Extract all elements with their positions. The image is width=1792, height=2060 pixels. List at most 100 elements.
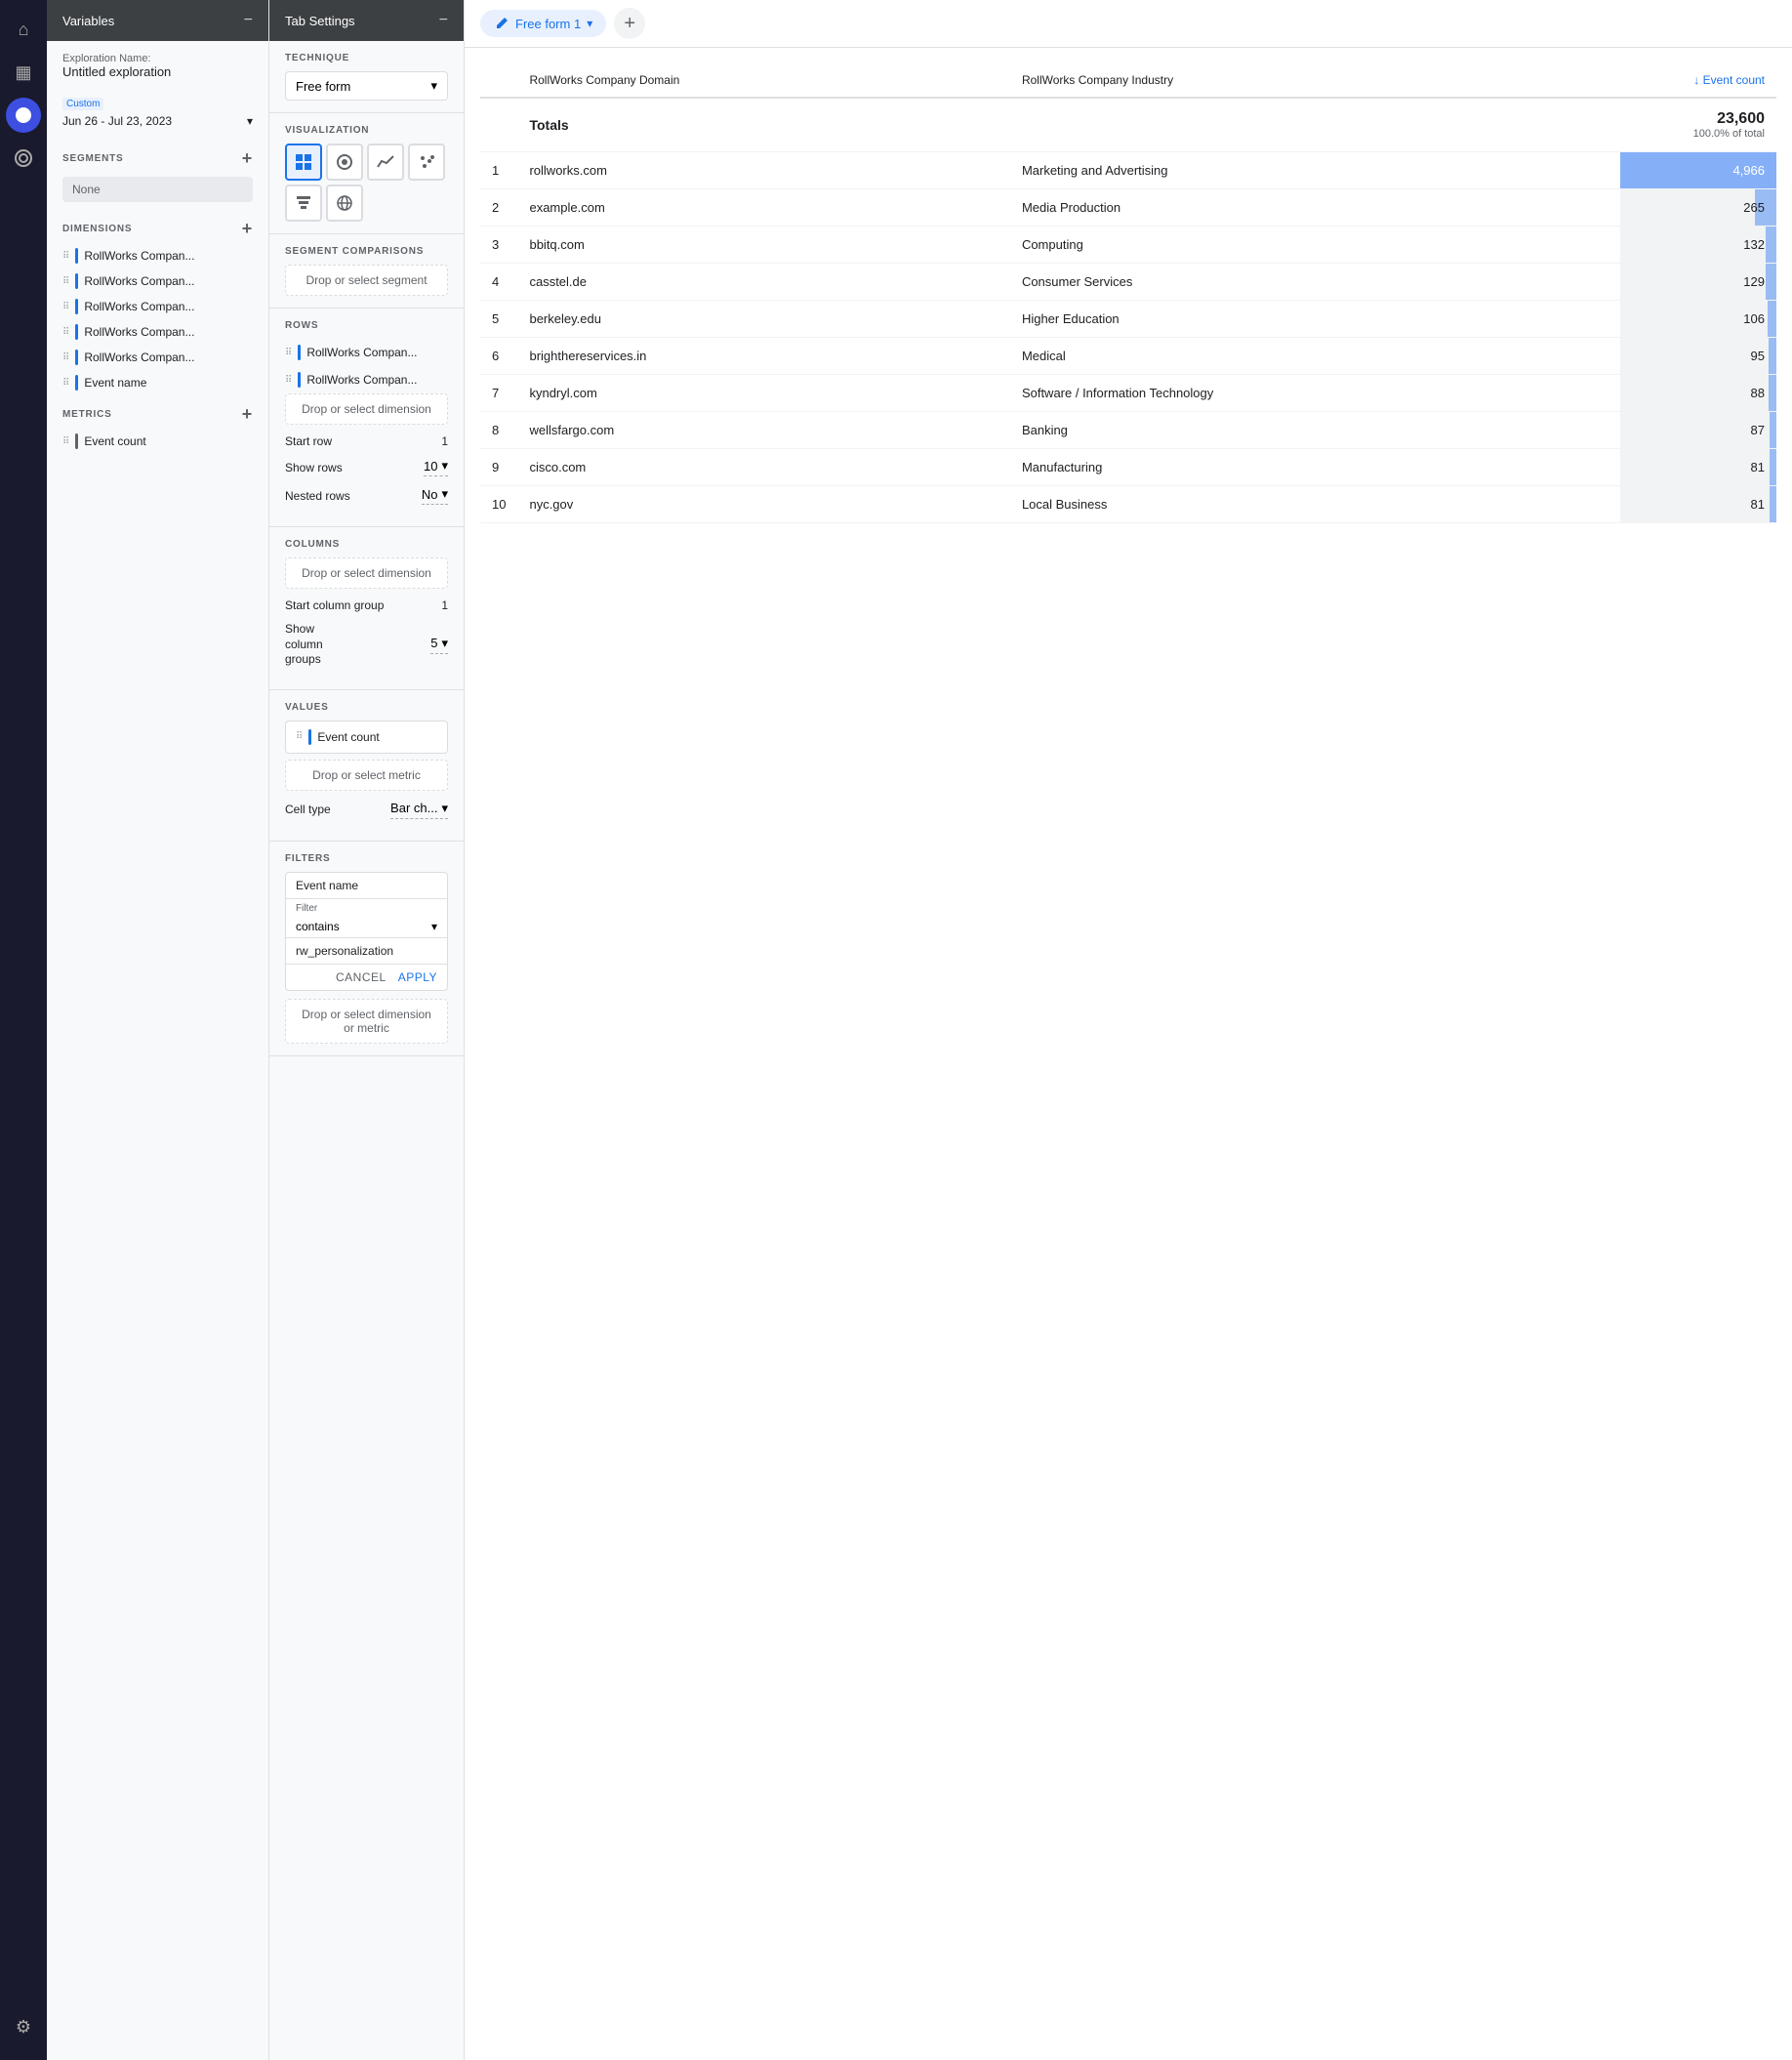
dimension-item-1[interactable]: ⠿ RollWorks Compan... bbox=[47, 268, 268, 294]
dimension-color-bar bbox=[75, 248, 78, 264]
technique-value: Free form bbox=[296, 79, 350, 94]
metric-item-0[interactable]: ⠿ Event count bbox=[47, 429, 268, 454]
columns-section: COLUMNS Drop or select dimension Start c… bbox=[269, 527, 464, 690]
row-num: 6 bbox=[480, 338, 517, 375]
drop-dim-metric-zone[interactable]: Drop or select dimension or metric bbox=[285, 999, 448, 1044]
value-color-bar bbox=[308, 729, 311, 745]
dimension-item-3[interactable]: ⠿ RollWorks Compan... bbox=[47, 319, 268, 345]
visualization-label: VISUALIZATION bbox=[285, 125, 448, 136]
rows-section: ROWS ⠿ RollWorks Compan... ⠿ RollWorks C… bbox=[269, 309, 464, 527]
segment-drop-zone[interactable]: Drop or select segment bbox=[285, 265, 448, 296]
exploration-name-label: Exploration Name: Untitled exploration bbox=[47, 41, 268, 87]
campaigns-icon[interactable] bbox=[6, 141, 41, 176]
filter-actions: CANCEL APPLY bbox=[286, 965, 447, 990]
domain-cell: wellsfargo.com bbox=[517, 412, 1009, 449]
dimension-item-0[interactable]: ⠿ RollWorks Compan... bbox=[47, 243, 268, 268]
tab-free-form-1[interactable]: Free form 1 ▾ bbox=[480, 10, 606, 37]
row-num: 2 bbox=[480, 189, 517, 227]
dimension-item-4[interactable]: ⠿ RollWorks Compan... bbox=[47, 345, 268, 370]
filter-cancel-button[interactable]: CANCEL bbox=[336, 970, 387, 984]
cell-type-value: Bar ch... bbox=[390, 801, 437, 815]
cell-type-select[interactable]: Bar ch... ▾ bbox=[390, 801, 448, 819]
dimension-label: RollWorks Compan... bbox=[84, 350, 194, 364]
industry-cell: Higher Education bbox=[1010, 301, 1620, 338]
funnel-viz-button[interactable] bbox=[285, 185, 322, 222]
show-rows-select[interactable]: 10 ▾ bbox=[424, 458, 448, 476]
table-viz-button[interactable] bbox=[285, 144, 322, 181]
show-column-groups-chevron-icon: ▾ bbox=[441, 636, 448, 651]
cell-type-chevron-icon: ▾ bbox=[441, 801, 448, 816]
tab-edit-icon bbox=[494, 16, 509, 31]
rows-drop-zone[interactable]: Drop or select dimension bbox=[285, 393, 448, 425]
show-column-groups-value: 5 bbox=[430, 636, 437, 650]
event-count-column-header[interactable]: ↓ Event count bbox=[1620, 63, 1776, 98]
metric-label: Event count bbox=[84, 434, 145, 448]
value-item[interactable]: ⠿ Event count bbox=[285, 721, 448, 754]
date-range[interactable]: Custom Jun 26 - Jul 23, 2023 ▾ bbox=[47, 87, 268, 140]
domain-column-header[interactable]: RollWorks Company Domain bbox=[517, 63, 1009, 98]
filter-value-input[interactable]: rw_personalization bbox=[286, 938, 447, 965]
chart-icon[interactable]: ▦ bbox=[6, 55, 41, 90]
row-dim-label: RollWorks Compan... bbox=[306, 373, 417, 387]
minimize-settings-icon[interactable]: − bbox=[439, 12, 448, 29]
domain-cell: nyc.gov bbox=[517, 486, 1009, 523]
start-row-setting: Start row 1 bbox=[285, 434, 448, 448]
rows-label: ROWS bbox=[285, 320, 448, 331]
filter-type-select[interactable]: contains ▾ bbox=[286, 916, 447, 938]
explore-icon[interactable] bbox=[6, 98, 41, 133]
drag-handle-icon: ⠿ bbox=[62, 251, 69, 262]
domain-cell: casstel.de bbox=[517, 264, 1009, 301]
line-viz-button[interactable] bbox=[367, 144, 404, 181]
add-segment-button[interactable]: + bbox=[242, 149, 253, 167]
columns-drop-zone[interactable]: Drop or select dimension bbox=[285, 557, 448, 589]
show-rows-chevron-icon: ▾ bbox=[441, 458, 448, 474]
metric-drop-zone[interactable]: Drop or select metric bbox=[285, 760, 448, 791]
settings-icon[interactable]: ⚙ bbox=[6, 2009, 41, 2044]
table-row: 2 example.com Media Production 265 bbox=[480, 189, 1776, 227]
dimension-color-bar bbox=[75, 375, 78, 391]
technique-chevron-icon: ▾ bbox=[430, 78, 437, 94]
tab-chevron-icon[interactable]: ▾ bbox=[587, 17, 592, 30]
nested-rows-label: Nested rows bbox=[285, 489, 350, 503]
date-chevron-icon[interactable]: ▾ bbox=[247, 114, 253, 128]
scatter-viz-button[interactable] bbox=[408, 144, 445, 181]
donut-viz-button[interactable] bbox=[326, 144, 363, 181]
technique-select[interactable]: Free form ▾ bbox=[285, 71, 448, 101]
show-rows-setting: Show rows 10 ▾ bbox=[285, 458, 448, 476]
technique-section: TECHNIQUE Free form ▾ bbox=[269, 41, 464, 113]
industry-cell: Marketing and Advertising bbox=[1010, 152, 1620, 189]
totals-row: Totals 23,600 100.0% of total bbox=[480, 98, 1776, 152]
table-row: 9 cisco.com Manufacturing 81 bbox=[480, 449, 1776, 486]
domain-cell: kyndryl.com bbox=[517, 375, 1009, 412]
filter-apply-button[interactable]: APPLY bbox=[398, 970, 437, 984]
home-icon[interactable]: ⌂ bbox=[6, 12, 41, 47]
table-row: 4 casstel.de Consumer Services 129 bbox=[480, 264, 1776, 301]
row-dimension-0[interactable]: ⠿ RollWorks Compan... bbox=[285, 339, 448, 366]
table-row: 8 wellsfargo.com Banking 87 bbox=[480, 412, 1776, 449]
table-row: 7 kyndryl.com Software / Information Tec… bbox=[480, 375, 1776, 412]
variables-title: Variables bbox=[62, 14, 114, 28]
dimension-color-bar bbox=[75, 273, 78, 289]
metric-color-bar bbox=[75, 433, 78, 449]
dimension-label: RollWorks Compan... bbox=[84, 249, 194, 263]
drag-handle-icon: ⠿ bbox=[62, 276, 69, 287]
visualization-section: VISUALIZATION bbox=[269, 113, 464, 234]
add-dimension-button[interactable]: + bbox=[242, 220, 253, 237]
industry-cell: Local Business bbox=[1010, 486, 1620, 523]
add-metric-button[interactable]: + bbox=[242, 405, 253, 423]
show-column-groups-select[interactable]: 5 ▾ bbox=[430, 636, 448, 654]
values-section: VALUES ⠿ Event count Drop or select metr… bbox=[269, 690, 464, 842]
map-viz-button[interactable] bbox=[326, 185, 363, 222]
tab-settings-panel: Tab Settings − TECHNIQUE Free form ▾ VIS… bbox=[269, 0, 465, 2060]
dimension-item-5[interactable]: ⠿ Event name bbox=[47, 370, 268, 395]
minimize-variables-icon[interactable]: − bbox=[244, 12, 253, 29]
nested-rows-setting: Nested rows No ▾ bbox=[285, 486, 448, 505]
row-dimension-1[interactable]: ⠿ RollWorks Compan... bbox=[285, 366, 448, 393]
add-tab-button[interactable]: + bbox=[614, 8, 645, 39]
domain-cell: example.com bbox=[517, 189, 1009, 227]
metrics-section-header: METRICS + bbox=[47, 395, 268, 429]
nested-rows-select[interactable]: No ▾ bbox=[422, 486, 448, 505]
industry-column-header[interactable]: RollWorks Company Industry bbox=[1010, 63, 1620, 98]
count-cell: 265 bbox=[1620, 189, 1776, 227]
dimension-item-2[interactable]: ⠿ RollWorks Compan... bbox=[47, 294, 268, 319]
